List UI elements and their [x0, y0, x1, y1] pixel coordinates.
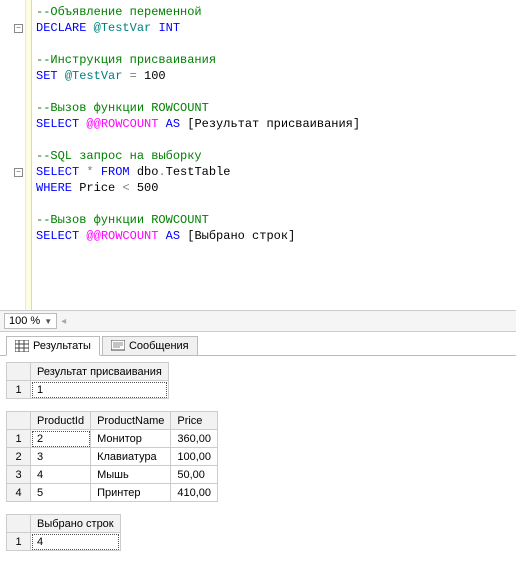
column-header[interactable]: ProductId — [31, 412, 91, 430]
tab-results[interactable]: Результаты — [6, 336, 100, 356]
row-number: 1 — [7, 533, 31, 551]
code-alias: [Результат присваивания] — [187, 117, 360, 131]
cell[interactable]: 3 — [31, 448, 91, 466]
row-number: 2 — [7, 448, 31, 466]
cell[interactable]: Клавиатура — [91, 448, 171, 466]
tab-messages[interactable]: Сообщения — [102, 336, 198, 356]
code-keyword: AS — [166, 229, 180, 243]
cell[interactable]: 2 — [31, 430, 91, 448]
grid-corner — [7, 515, 31, 533]
code-comment: --Инструкция присваивания — [36, 53, 216, 67]
code-variable: @TestVar — [65, 69, 123, 83]
code-keyword: WHERE — [36, 181, 72, 195]
grid-icon — [15, 340, 29, 352]
code-area[interactable]: --Объявление переменной DECLARE @TestVar… — [32, 0, 516, 310]
code-alias: [Выбрано строк] — [187, 229, 295, 243]
code-number: 100 — [144, 69, 166, 83]
chevron-down-icon: ▼ — [44, 317, 52, 326]
code-table: TestTable — [166, 165, 231, 179]
code-comment: --Вызов функции ROWCOUNT — [36, 213, 209, 227]
code-schema: dbo — [137, 165, 159, 179]
code-column: Price — [79, 181, 115, 195]
code-keyword: SELECT — [36, 165, 79, 179]
cell[interactable]: 4 — [31, 533, 121, 551]
cell[interactable]: 360,00 — [171, 430, 218, 448]
results-tabs: Результаты Сообщения — [0, 332, 516, 356]
table-row[interactable]: 1 2 Монитор 360,00 — [7, 430, 218, 448]
tab-results-label: Результаты — [33, 340, 91, 352]
cell[interactable]: Мышь — [91, 466, 171, 484]
code-operator: = — [130, 69, 137, 83]
column-header[interactable]: Выбрано строк — [31, 515, 121, 533]
fold-icon[interactable]: − — [14, 168, 23, 177]
table-row[interactable]: 2 3 Клавиатура 100,00 — [7, 448, 218, 466]
code-number: 500 — [137, 181, 159, 195]
cell[interactable]: Принтер — [91, 484, 171, 502]
fold-icon[interactable]: − — [14, 24, 23, 33]
code-dot: . — [158, 165, 165, 179]
code-keyword: SET — [36, 69, 58, 83]
column-header[interactable]: Результат присваивания — [31, 363, 169, 381]
code-comment: --Объявление переменной — [36, 5, 202, 19]
table-row[interactable]: 4 5 Принтер 410,00 — [7, 484, 218, 502]
cell[interactable]: 410,00 — [171, 484, 218, 502]
cell[interactable]: Монитор — [91, 430, 171, 448]
code-keyword: SELECT — [36, 229, 79, 243]
cell[interactable]: 4 — [31, 466, 91, 484]
row-number: 1 — [7, 381, 31, 399]
column-header[interactable]: Price — [171, 412, 218, 430]
row-number: 4 — [7, 484, 31, 502]
results-pane: Результат присваивания 1 1 ProductId Pro… — [0, 356, 516, 569]
grid-corner — [7, 412, 31, 430]
row-number: 3 — [7, 466, 31, 484]
row-number: 1 — [7, 430, 31, 448]
zoom-dropdown[interactable]: 100 % ▼ — [4, 313, 57, 329]
scroll-left-icon[interactable]: ◂ — [61, 316, 73, 327]
code-star: * — [86, 165, 93, 179]
cell[interactable]: 5 — [31, 484, 91, 502]
code-keyword: SELECT — [36, 117, 79, 131]
cell[interactable]: 50,00 — [171, 466, 218, 484]
code-sysvar: @@ROWCOUNT — [86, 117, 158, 131]
code-comment: --Вызов функции ROWCOUNT — [36, 101, 209, 115]
tab-messages-label: Сообщения — [129, 340, 189, 352]
editor-gutter: − − — [0, 0, 26, 310]
grid-corner — [7, 363, 31, 381]
result-grid-3[interactable]: Выбрано строк 1 4 — [6, 514, 121, 551]
table-row[interactable]: 1 4 — [7, 533, 121, 551]
code-keyword: DECLARE — [36, 21, 86, 35]
table-row[interactable]: 1 1 — [7, 381, 169, 399]
result-grid-1[interactable]: Результат присваивания 1 1 — [6, 362, 169, 399]
sql-editor: − − --Объявление переменной DECLARE @Tes… — [0, 0, 516, 310]
result-grid-2[interactable]: ProductId ProductName Price 1 2 Монитор … — [6, 411, 218, 502]
cell[interactable]: 100,00 — [171, 448, 218, 466]
code-variable: @TestVar — [94, 21, 152, 35]
cell[interactable]: 1 — [31, 381, 169, 399]
code-operator: < — [122, 181, 129, 195]
messages-icon — [111, 340, 125, 352]
zoom-value: 100 % — [9, 315, 40, 327]
column-header[interactable]: ProductName — [91, 412, 171, 430]
zoom-bar: 100 % ▼ ◂ — [0, 310, 516, 332]
code-sysvar: @@ROWCOUNT — [86, 229, 158, 243]
code-keyword: AS — [166, 117, 180, 131]
code-keyword: INT — [158, 21, 180, 35]
code-keyword: FROM — [101, 165, 130, 179]
code-comment: --SQL запрос на выборку — [36, 149, 202, 163]
table-row[interactable]: 3 4 Мышь 50,00 — [7, 466, 218, 484]
